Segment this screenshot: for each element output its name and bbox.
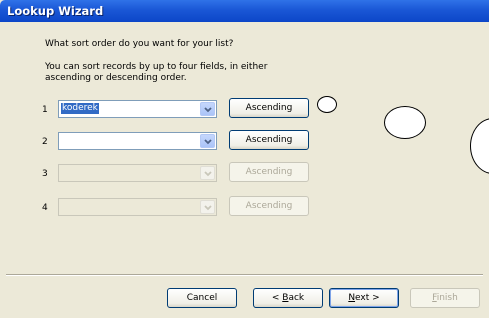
sort-order-button-2[interactable]: Ascending <box>229 130 309 150</box>
sort-row-number-4: 4 <box>42 203 48 213</box>
sort-order-question: What sort order do you want for your lis… <box>45 39 234 49</box>
sort-field-combo-3 <box>58 164 217 182</box>
sort-order-button-3: Ascending <box>229 162 309 182</box>
sort-field-value-1: koderek <box>61 103 99 114</box>
back-mnemonic: B <box>282 293 289 303</box>
cancel-button[interactable]: Cancel <box>167 288 237 308</box>
dropdown-arrow-icon <box>200 166 215 180</box>
annotation-circle-medium <box>384 106 426 139</box>
dropdown-arrow-icon[interactable] <box>200 134 215 148</box>
sort-order-button-4: Ascending <box>229 196 309 216</box>
dropdown-arrow-icon <box>200 200 215 214</box>
next-mnemonic: N <box>348 293 356 303</box>
wizard-content: What sort order do you want for your lis… <box>0 22 489 318</box>
sort-row-number-3: 3 <box>42 169 48 179</box>
window-title: Lookup Wizard <box>7 4 104 18</box>
sort-field-combo-2[interactable] <box>58 132 217 150</box>
annotation-circle-small <box>317 96 337 113</box>
back-button[interactable]: < Back <box>253 288 323 308</box>
sort-order-button-1[interactable]: Ascending <box>229 98 309 118</box>
sort-field-combo-4 <box>58 198 217 216</box>
sort-field-combo-1[interactable]: koderek <box>58 100 217 118</box>
title-bar[interactable]: Lookup Wizard <box>0 0 489 22</box>
footer-separator <box>6 274 483 276</box>
lookup-wizard-window: Lookup Wizard What sort order do you wan… <box>0 0 489 318</box>
sort-row-number-2: 2 <box>42 137 48 147</box>
sort-row-number-1: 1 <box>42 105 48 115</box>
finish-button: Finish <box>410 288 480 308</box>
dropdown-arrow-icon[interactable] <box>200 102 215 116</box>
finish-mnemonic: F <box>432 293 437 303</box>
next-button[interactable]: Next > <box>329 288 399 308</box>
sort-order-description: You can sort records by up to four field… <box>45 62 268 83</box>
